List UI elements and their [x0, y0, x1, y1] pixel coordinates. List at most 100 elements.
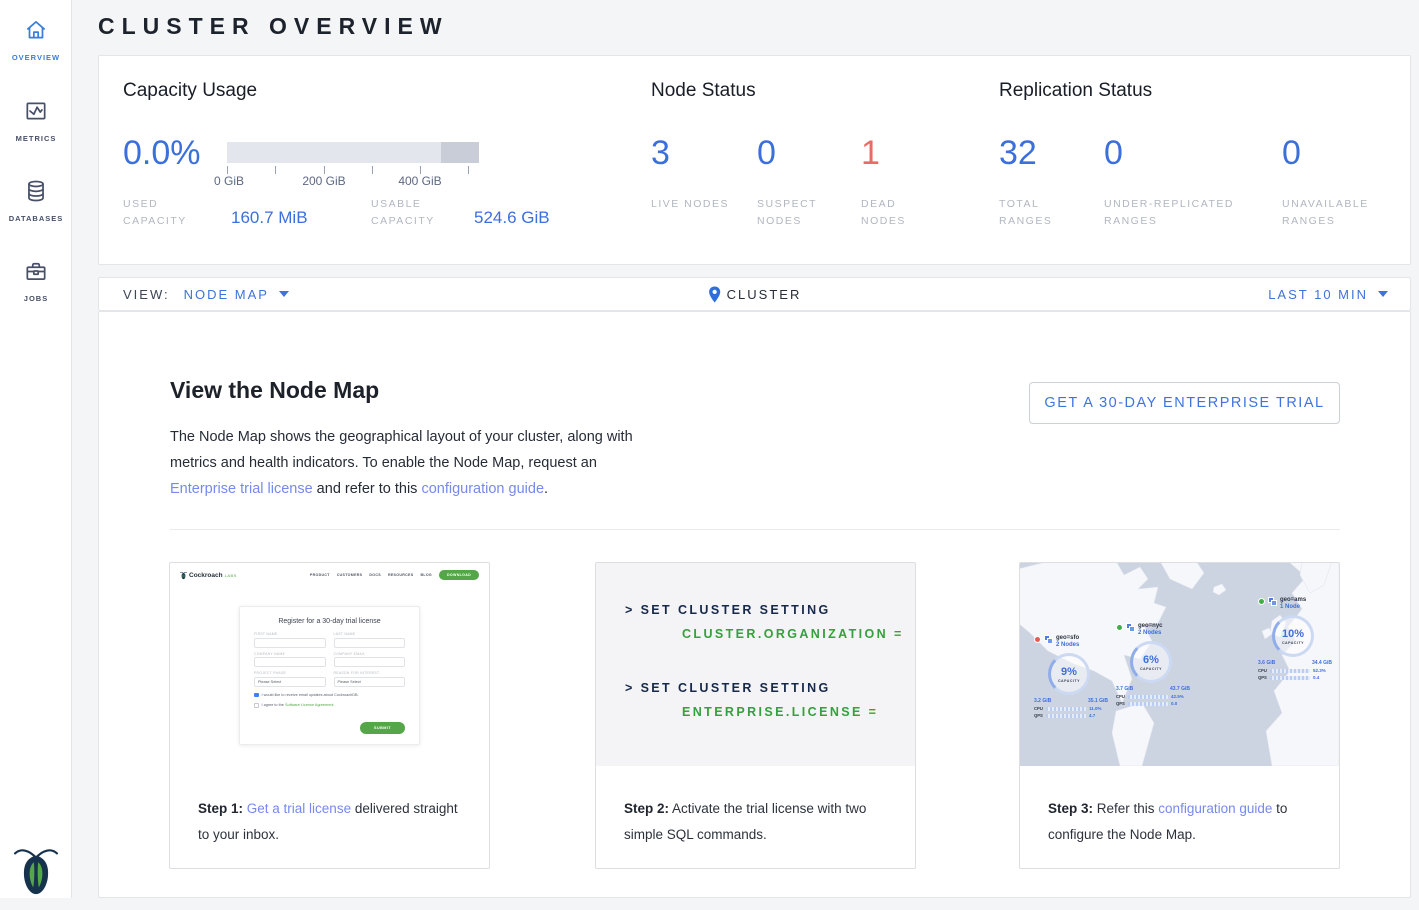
cockroach-labs-logo — [14, 845, 58, 897]
field-label: COMPANY NAME — [254, 652, 326, 656]
capacity-total: 35.1 GiB — [1088, 698, 1108, 704]
get-trial-license-link[interactable]: Get a trial license — [247, 801, 351, 816]
mini-website-screenshot: Cockroach LABS PRODUCT CUSTOMERS DOCS RE… — [170, 563, 489, 766]
checkbox-label: I would like to receive email updates ab… — [262, 693, 359, 697]
capacity-gauge: 6% CAPACITY — [1130, 641, 1172, 683]
sql-command: > SET CLUSTER SETTING CLUSTER.ORGANIZATI… — [625, 603, 904, 641]
step-1-caption: Step 1: Get a trial license delivered st… — [170, 766, 489, 848]
description-text: and refer to this — [313, 481, 422, 497]
dead-nodes-label: DEAD NODES — [861, 196, 941, 230]
locality-node-count: 1 Node — [1280, 604, 1306, 611]
map-locality-nyc: geo=nyc 2 Nodes 6% CAPACITY 3.7 GiB 43.7… — [1116, 623, 1206, 706]
capacity-used-percent: 0.0% — [123, 134, 201, 173]
node-map-description: The Node Map shows the geographical layo… — [170, 424, 633, 502]
cockroach-icon — [14, 845, 58, 897]
chevron-down-icon — [1378, 291, 1388, 297]
mini-download-button: DOWNLOAD — [439, 570, 479, 580]
sidebar-item-databases[interactable]: DATABASES — [0, 178, 72, 223]
sidebar-item-metrics[interactable]: METRICS — [0, 98, 72, 143]
locality-node-count: 2 Nodes — [1138, 630, 1163, 637]
suspect-nodes-label: SUSPECT NODES — [757, 196, 837, 230]
sidebar: OVERVIEW METRICS DATABASES — [0, 0, 72, 910]
mini-site-logo-text: Cockroach — [189, 572, 223, 579]
total-ranges-label: TOTAL RANGES — [999, 196, 1079, 230]
time-range-value: LAST 10 MIN — [1268, 287, 1368, 302]
description-text: . — [544, 481, 548, 497]
field-input — [254, 638, 326, 648]
view-selector-group: VIEW: NODE MAP — [123, 278, 289, 310]
mini-site-logo-suffix: LABS — [225, 573, 237, 578]
view-bar: VIEW: NODE MAP CLUSTER LAST 10 MIN — [98, 277, 1411, 311]
live-status-icon — [1116, 624, 1123, 631]
replication-status-title: Replication Status — [999, 80, 1152, 102]
qps-sparkline — [1128, 702, 1168, 706]
step-3-caption: Step 3: Refer this configuration guide t… — [1020, 766, 1339, 848]
description-line: The Node Map shows the geographical layo… — [170, 424, 633, 450]
qps-sparkline — [1046, 714, 1086, 718]
suspect-nodes-value: 0 — [757, 134, 776, 173]
under-replicated-ranges-label: UNDER-REPLICATED RANGES — [1104, 196, 1259, 230]
checkbox-checked-icon — [254, 693, 259, 698]
divider — [170, 529, 1340, 530]
field-input — [334, 657, 406, 667]
summary-panel: Capacity Usage 0.0% 0 GiB 200 GiB 400 Gi… — [98, 55, 1411, 265]
enterprise-trial-license-link[interactable]: Enterprise trial license — [170, 481, 313, 497]
home-icon — [23, 17, 49, 43]
mini-nav-item: DOCS — [369, 573, 381, 577]
breadcrumb-cluster-label: CLUSTER — [727, 287, 802, 302]
field-label: FIRST NAME — [254, 632, 326, 636]
time-range-dropdown[interactable]: LAST 10 MIN — [1268, 278, 1388, 310]
live-nodes-value: 3 — [651, 134, 670, 173]
usable-capacity-value: 524.6 GiB — [474, 208, 550, 228]
live-nodes-label: LIVE NODES — [651, 196, 731, 213]
step-3-preview-image: geo=sfo 2 Nodes 9% CAPACITY 3.2 GiB 35.1… — [1020, 563, 1339, 766]
locality-name: geo=nyc — [1138, 623, 1163, 630]
breadcrumb[interactable]: CLUSTER — [708, 278, 802, 310]
capacity-usage-title: Capacity Usage — [123, 80, 257, 102]
capacity-used: 3.2 GiB — [1034, 698, 1051, 704]
cluster-overview-page: OVERVIEW METRICS DATABASES — [0, 0, 1419, 910]
live-status-icon — [1258, 598, 1265, 605]
unavailable-ranges-label: UNAVAILABLE RANGES — [1282, 196, 1402, 230]
section-title: View the Node Map — [170, 377, 379, 404]
cockroach-icon — [180, 571, 187, 580]
step-3-card: geo=sfo 2 Nodes 9% CAPACITY 3.2 GiB 35.1… — [1019, 562, 1340, 869]
sidebar-item-label: OVERVIEW — [0, 53, 72, 62]
map-locality-ams: geo=ams 1 Node 10% CAPACITY 3.6 GiB 34.4… — [1258, 597, 1339, 680]
dead-status-icon — [1034, 636, 1041, 643]
capacity-used: 3.7 GiB — [1116, 686, 1133, 692]
sidebar-item-jobs[interactable]: JOBS — [0, 258, 72, 303]
sidebar-item-overview[interactable]: OVERVIEW — [0, 17, 72, 62]
capacity-bar-reserved-segment — [441, 142, 479, 163]
unavailable-ranges-value: 0 — [1282, 134, 1301, 173]
axis-tick — [324, 166, 325, 174]
field-input — [334, 638, 406, 648]
view-dropdown[interactable]: NODE MAP — [184, 287, 289, 302]
configuration-guide-link[interactable]: configuration guide — [421, 481, 544, 497]
axis-tick-label: 400 GiB — [398, 174, 441, 188]
field-input — [254, 657, 326, 667]
mini-registration-form: Register for a 30-day trial license FIRS… — [239, 606, 420, 745]
mini-form-field: COMPANY NAME — [254, 652, 326, 668]
axis-tick — [227, 166, 228, 174]
capacity-total: 34.4 GiB — [1312, 660, 1332, 666]
checkbox-label: I agree to the Software License Agreemen… — [262, 703, 335, 707]
step-prefix: Step 1: — [198, 801, 243, 816]
mini-checkbox-row: I agree to the Software License Agreemen… — [254, 703, 405, 708]
mini-site-header: Cockroach LABS PRODUCT CUSTOMERS DOCS RE… — [170, 563, 489, 587]
enterprise-trial-button[interactable]: GET A 30-DAY ENTERPRISE TRIAL — [1029, 382, 1340, 424]
mini-form-field: COMPANY EMAIL — [334, 652, 406, 668]
configuration-guide-link[interactable]: configuration guide — [1158, 801, 1272, 816]
location-pin-icon — [708, 286, 721, 303]
mini-nav-item: RESOURCES — [388, 573, 413, 577]
mini-nav-item: CUSTOMERS — [337, 573, 363, 577]
mini-checkbox-row: I would like to receive email updates ab… — [254, 693, 405, 698]
mini-submit-button: SUBMIT — [360, 722, 405, 734]
locality-node-count: 2 Nodes — [1056, 642, 1079, 649]
axis-tick — [420, 166, 421, 174]
capacity-bar — [227, 142, 479, 163]
metrics-icon — [23, 98, 49, 124]
qps-sparkline — [1270, 676, 1310, 680]
axis-tick-label: 0 GiB — [214, 174, 244, 188]
field-label: REASON FOR INTEREST — [334, 671, 406, 675]
